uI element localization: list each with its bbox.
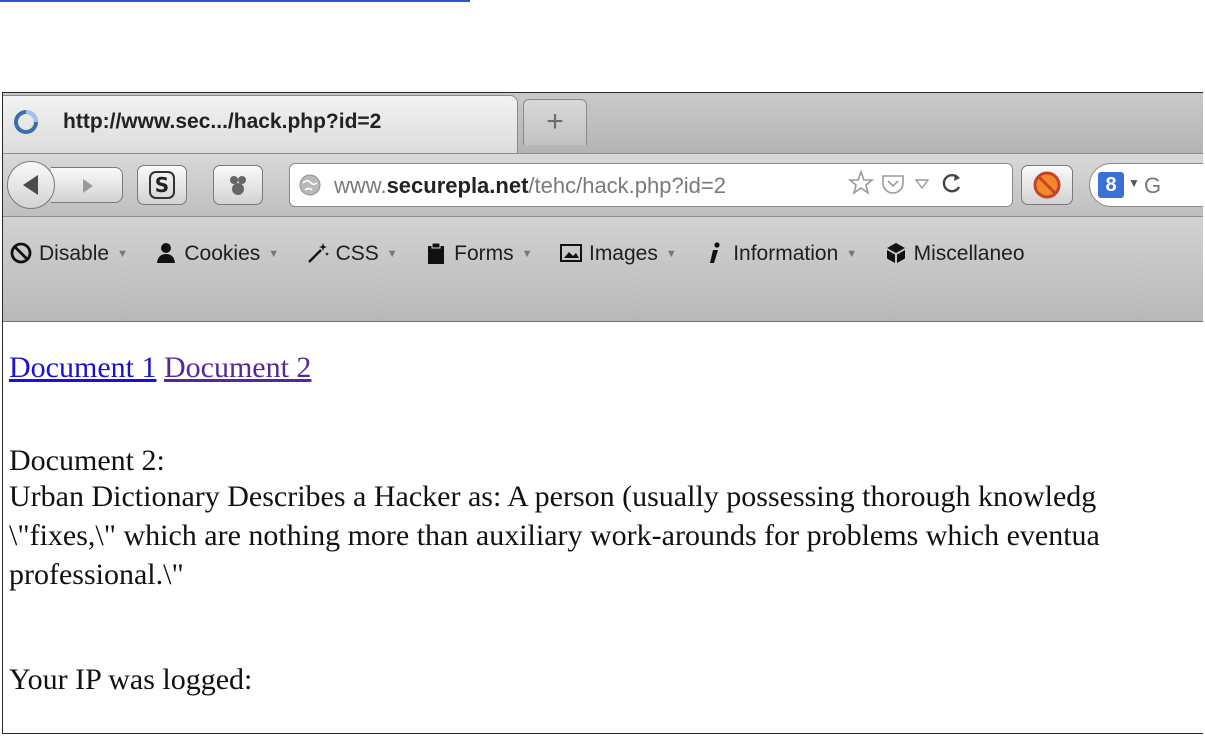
caret-down-icon: ▼ [386,248,398,260]
browser-window: http://www.sec.../hack.php?id=2 + S www.… [2,92,1203,734]
body-line-2: \"fixes,\" which are nothing more than a… [9,519,1100,552]
back-forward-group [7,161,123,209]
web-developer-toolbar: Disable ▼ Cookies ▼ CSS ▼ Forms ▼ Images ▼ In… [3,217,1203,322]
back-button[interactable] [7,161,55,209]
information-icon [710,242,720,263]
pocket-icon[interactable] [880,168,906,203]
s-extension-button[interactable]: S [137,165,187,205]
url-actions [846,168,967,202]
noscript-blocked-icon [1033,171,1061,199]
search-engine-caret-icon[interactable]: ▼ [1128,176,1140,190]
forward-arrow-icon [83,179,93,193]
document-heading: Document 2: [9,444,165,477]
search-placeholder: G [1144,173,1162,198]
information-label: Information [733,242,839,265]
url-text: www.securepla.net/tehc/hack.php?id=2 [334,173,726,199]
bookmark-star-icon[interactable] [846,168,876,203]
search-box[interactable]: 8 ▼ G [1089,163,1203,207]
navigation-bar: S www.securepla.net/tehc/hack.php?id=2 8… [3,154,1203,217]
url-bar[interactable]: www.securepla.net/tehc/hack.php?id=2 [289,163,1013,207]
css-label: CSS [335,242,379,265]
document-1-link[interactable]: Document 1 [9,351,156,384]
forward-button[interactable] [51,167,123,203]
globe-icon [299,174,321,196]
images-icon [559,244,582,262]
css-wand-icon [307,243,329,263]
forms-label: Forms [454,242,514,265]
images-label: Images [588,242,658,265]
paw-extension-icon [230,176,246,195]
miscellaneous-menu[interactable]: Miscellaneo [884,241,1025,266]
miscellaneous-label: Miscellaneo [913,242,1025,265]
tab-title: http://www.sec.../hack.php?id=2 [63,110,382,133]
web-developer-menu: Disable ▼ Cookies ▼ CSS ▼ Forms ▼ Images ▼ In… [9,241,1047,266]
top-rule [0,0,470,2]
ip-logged-text: Your IP was logged: [9,663,253,696]
extension-button[interactable] [213,165,263,205]
images-menu[interactable]: Images ▼ [559,241,677,266]
url-prefix: www. [334,173,387,198]
active-tab[interactable]: http://www.sec.../hack.php?id=2 [3,95,518,153]
cookies-menu[interactable]: Cookies ▼ [154,241,279,266]
caret-down-icon: ▼ [846,248,858,260]
document-2-link[interactable]: Document 2 [164,351,311,384]
forms-menu[interactable]: Forms ▼ [424,241,533,266]
reload-icon[interactable] [937,168,967,203]
tab-strip: http://www.sec.../hack.php?id=2 + [3,93,1203,154]
dropdown-triangle-icon[interactable] [911,168,933,203]
disable-menu[interactable]: Disable ▼ [9,241,128,266]
caret-down-icon: ▼ [117,248,128,260]
loading-spinner-icon [14,110,38,134]
miscellaneous-icon [886,243,905,263]
caret-down-icon: ▼ [521,248,533,260]
information-menu[interactable]: Information ▼ [703,241,857,266]
caret-down-icon: ▼ [665,248,677,260]
caret-down-icon: ▼ [268,248,280,260]
back-arrow-icon [23,175,38,195]
search-engine-icon[interactable]: 8 [1098,172,1124,198]
s-extension-icon: S [149,171,175,199]
cookies-label: Cookies [184,242,261,265]
css-menu[interactable]: CSS ▼ [306,241,398,266]
url-host: securepla.net [386,173,529,198]
document-links: Document 1 Document 2 [9,351,311,385]
page-content: Document 1 Document 2 Document 2: Urban … [3,323,1203,733]
cookies-icon [157,243,176,263]
new-tab-button[interactable]: + [523,99,587,145]
body-line-3: professional.\" [9,558,184,591]
noscript-button[interactable] [1021,165,1073,205]
url-path: /tehc/hack.php?id=2 [528,173,726,198]
body-line-1: Urban Dictionary Describes a Hacker as: … [9,480,1097,513]
disable-label: Disable [39,242,110,265]
forms-clipboard-icon [428,242,445,264]
svg-text:S: S [155,173,169,197]
disable-icon [10,242,32,264]
